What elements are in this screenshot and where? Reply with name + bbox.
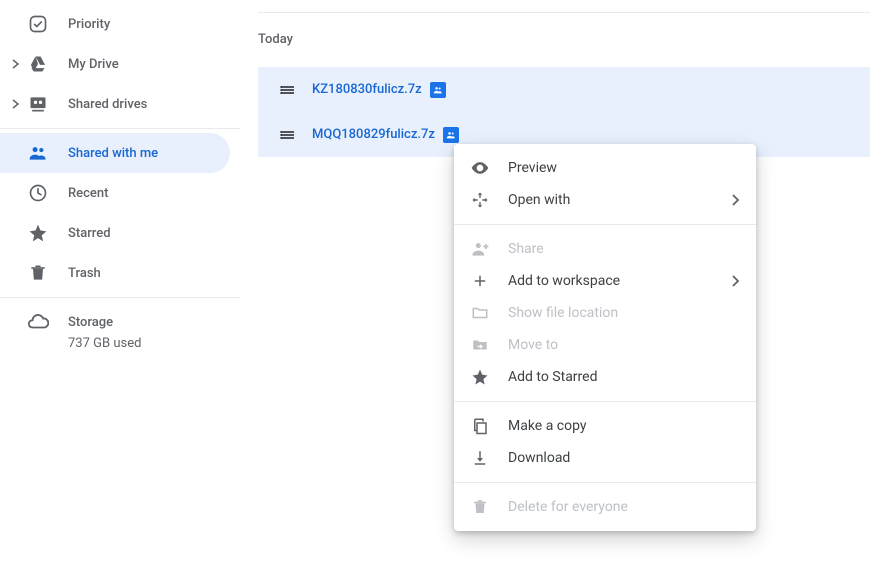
menu-label: Delete for everyone	[508, 499, 740, 515]
sidebar-storage[interactable]: Storage 737 GB used	[0, 302, 240, 351]
priority-icon	[26, 12, 50, 36]
sidebar-item-label: My Drive	[68, 57, 119, 72]
folder-move-icon	[470, 335, 490, 355]
menu-label: Download	[508, 450, 740, 466]
archive-file-icon	[278, 125, 298, 145]
archive-file-icon	[278, 80, 298, 100]
storage-used: 737 GB used	[26, 336, 240, 351]
sidebar-item-label: Shared with me	[68, 146, 158, 161]
sidebar-item-shared-drives[interactable]: Shared drives	[0, 84, 230, 124]
storage-label: Storage	[68, 315, 113, 330]
sidebar-item-label: Recent	[68, 186, 108, 201]
sidebar-item-my-drive[interactable]: My Drive	[0, 44, 230, 84]
menu-download[interactable]: Download	[454, 442, 756, 474]
shared-drives-icon	[26, 92, 50, 116]
menu-label: Share	[508, 241, 740, 257]
chevron-right-icon	[732, 194, 740, 206]
open-with-icon	[470, 190, 490, 210]
menu-add-starred[interactable]: Add to Starred	[454, 361, 756, 393]
menu-share: Share	[454, 233, 756, 265]
sidebar-item-shared-with-me[interactable]: Shared with me	[0, 133, 230, 173]
menu-label: Make a copy	[508, 418, 740, 434]
trash-icon	[26, 261, 50, 285]
recent-icon	[26, 181, 50, 205]
menu-label: Show file location	[508, 305, 740, 321]
shared-badge-icon	[430, 82, 446, 98]
expand-icon[interactable]	[8, 99, 24, 109]
file-name: KZ180830fulicz.7z	[312, 82, 422, 97]
menu-add-workspace[interactable]: Add to workspace	[454, 265, 756, 297]
menu-label: Open with	[508, 192, 732, 208]
person-add-icon	[470, 239, 490, 259]
menu-show-location: Show file location	[454, 297, 756, 329]
menu-label: Move to	[508, 337, 740, 353]
menu-divider	[454, 224, 756, 225]
menu-label: Add to Starred	[508, 369, 740, 385]
sidebar: Priority My Drive Shared drives Shared w…	[0, 0, 240, 574]
divider	[0, 297, 240, 298]
sidebar-item-label: Starred	[68, 226, 111, 241]
shared-with-me-icon	[26, 141, 50, 165]
sidebar-item-recent[interactable]: Recent	[0, 173, 230, 213]
menu-label: Add to workspace	[508, 273, 732, 289]
menu-delete-everyone: Delete for everyone	[454, 491, 756, 523]
folder-icon	[470, 303, 490, 323]
cloud-icon	[26, 310, 50, 334]
menu-preview[interactable]: Preview	[454, 152, 756, 184]
section-title: Today	[258, 32, 293, 47]
plus-icon	[470, 271, 490, 291]
divider	[0, 128, 240, 129]
download-icon	[470, 448, 490, 468]
my-drive-icon	[26, 52, 50, 76]
sidebar-item-label: Shared drives	[68, 97, 147, 112]
star-icon	[470, 367, 490, 387]
trash-icon	[470, 497, 490, 517]
sidebar-item-label: Priority	[68, 17, 110, 32]
menu-open-with[interactable]: Open with	[454, 184, 756, 216]
sidebar-item-starred[interactable]: Starred	[0, 213, 230, 253]
menu-divider	[454, 482, 756, 483]
divider	[258, 12, 870, 13]
sidebar-item-priority[interactable]: Priority	[0, 4, 230, 44]
star-icon	[26, 221, 50, 245]
chevron-right-icon	[732, 275, 740, 287]
eye-icon	[470, 158, 490, 178]
shared-badge-icon	[443, 127, 459, 143]
menu-move-to: Move to	[454, 329, 756, 361]
menu-make-copy[interactable]: Make a copy	[454, 410, 756, 442]
expand-icon[interactable]	[8, 59, 24, 69]
context-menu: Preview Open with Share Add to workspace…	[454, 144, 756, 531]
sidebar-item-trash[interactable]: Trash	[0, 253, 230, 293]
sidebar-item-label: Trash	[68, 266, 101, 281]
file-row[interactable]: KZ180830fulicz.7z	[258, 67, 870, 112]
menu-label: Preview	[508, 160, 740, 176]
menu-divider	[454, 401, 756, 402]
copy-icon	[470, 416, 490, 436]
file-name: MQQ180829fulicz.7z	[312, 127, 435, 142]
